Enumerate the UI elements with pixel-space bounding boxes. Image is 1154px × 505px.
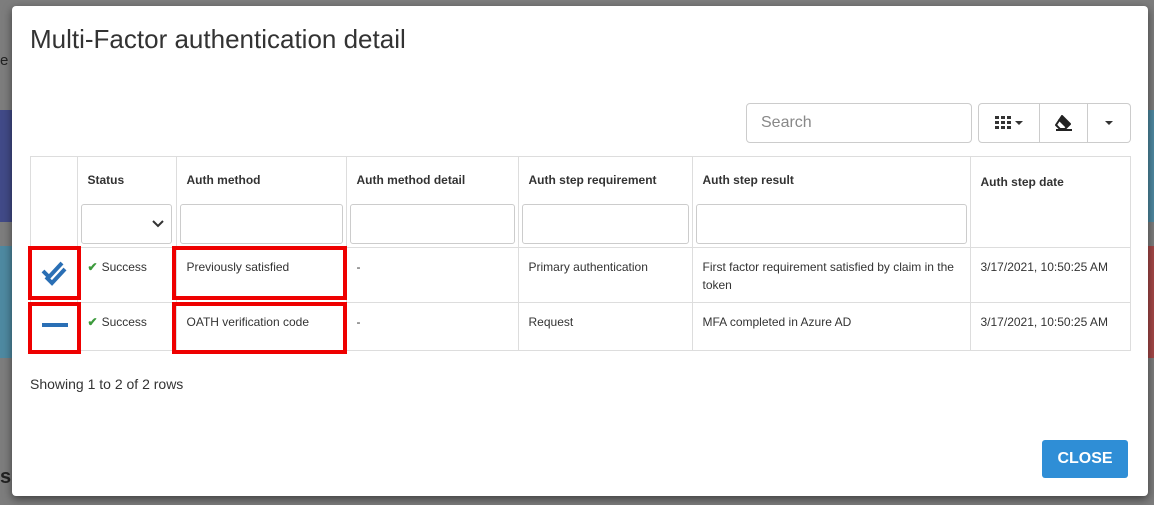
- row-auth-method: Previously satisfied: [175, 247, 346, 303]
- row-status: ✔ Success: [76, 302, 176, 351]
- background-accent-right: [1148, 110, 1154, 222]
- table-toolbar: [978, 103, 1131, 143]
- mfa-detail-modal: Multi-Factor authentication detail Searc…: [12, 6, 1148, 496]
- status-text: Success: [101, 315, 147, 329]
- header-auth-method-detail[interactable]: Auth method detail: [345, 157, 518, 248]
- header-auth-step-date-label: Auth step date: [980, 175, 1064, 189]
- row-icon-cell: [31, 247, 77, 303]
- table-header-row: Status Auth method Auth method detail Au…: [31, 157, 1130, 248]
- header-auth-method[interactable]: Auth method: [175, 157, 346, 248]
- double-check-icon: [41, 261, 67, 286]
- row-auth-method: OATH verification code: [175, 302, 346, 351]
- row-date: 3/17/2021, 10:50:25 AM: [969, 302, 1130, 351]
- header-status[interactable]: Status: [76, 157, 176, 248]
- eraser-icon: [1054, 115, 1072, 131]
- pagination-info: Showing 1 to 2 of 2 rows: [30, 376, 184, 392]
- row-result: MFA completed in Azure AD: [691, 302, 970, 351]
- auth-step-requirement-filter-input[interactable]: [521, 204, 689, 244]
- chevron-down-icon: [151, 220, 164, 228]
- row-icon-cell: [31, 302, 77, 351]
- dash-icon: [42, 323, 68, 327]
- caret-down-icon: [1105, 121, 1113, 125]
- modal-title: Multi-Factor authentication detail: [30, 24, 406, 54]
- row-auth-method-detail: -: [345, 247, 518, 303]
- background-accent-right-2: [1148, 246, 1154, 358]
- check-icon: ✔: [87, 260, 98, 274]
- background-accent-left-2: [0, 246, 12, 358]
- header-auth-method-label: Auth method: [186, 173, 261, 187]
- check-icon: ✔: [87, 315, 98, 329]
- auth-step-result-filter-input[interactable]: [695, 204, 967, 244]
- columns-toggle-button[interactable]: [978, 103, 1040, 143]
- search-input[interactable]: [746, 103, 972, 143]
- background-heading-fragment: s: [0, 466, 12, 488]
- row-auth-method-detail: -: [345, 302, 518, 351]
- header-auth-step-requirement-label: Auth step requirement: [528, 173, 657, 187]
- row-requirement: Request: [517, 302, 692, 351]
- header-status-label: Status: [87, 173, 125, 187]
- status-text: Success: [101, 260, 147, 274]
- header-icon-column: [31, 157, 77, 248]
- row-date: 3/17/2021, 10:50:25 AM: [969, 247, 1130, 303]
- close-button[interactable]: CLOSE: [1042, 440, 1128, 478]
- clear-search-button[interactable]: [1040, 103, 1088, 143]
- table-row[interactable]: ✔ Success OATH verification code - Reques…: [31, 302, 1130, 351]
- caret-down-icon: [1015, 121, 1023, 125]
- header-auth-method-detail-label: Auth method detail: [356, 173, 466, 187]
- row-requirement: Primary authentication: [517, 247, 692, 303]
- auth-method-filter-input[interactable]: [179, 204, 343, 244]
- header-auth-step-requirement[interactable]: Auth step requirement: [517, 157, 692, 248]
- header-auth-step-result[interactable]: Auth step result: [691, 157, 970, 248]
- auth-detail-table: Status Auth method Auth method detail Au…: [30, 156, 1131, 351]
- header-auth-step-result-label: Auth step result: [702, 173, 794, 187]
- status-filter-select[interactable]: [80, 204, 172, 244]
- auth-method-detail-filter-input[interactable]: [349, 204, 515, 244]
- header-auth-step-date[interactable]: Auth step date: [969, 157, 1130, 248]
- table-row[interactable]: ✔ Success Previously satisfied - Primary …: [31, 247, 1130, 303]
- background-accent-left: [0, 110, 12, 222]
- grid-icon: [995, 116, 1011, 129]
- row-result: First factor requirement satisfied by cl…: [691, 247, 970, 303]
- row-status: ✔ Success: [76, 247, 176, 303]
- export-dropdown-button[interactable]: [1088, 103, 1131, 143]
